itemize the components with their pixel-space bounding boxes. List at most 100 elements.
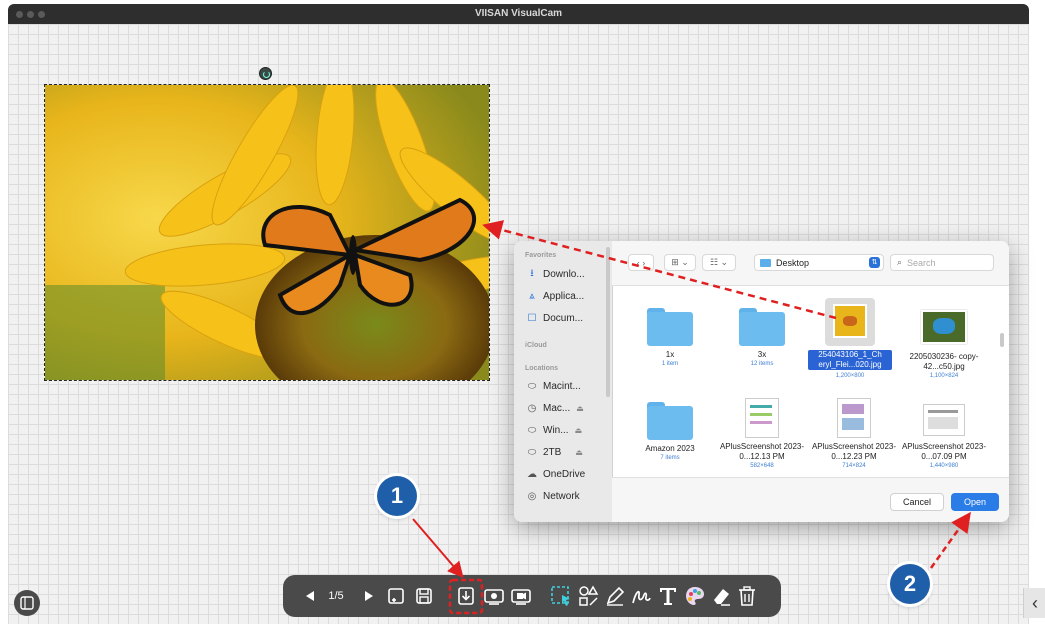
file-item[interactable]: 3x 12 items — [716, 300, 808, 369]
search-placeholder: Search — [907, 257, 936, 268]
panel-icon — [20, 596, 34, 610]
file-name: APlusScreenshot 2023-0...07.09 PM — [901, 442, 987, 461]
file-name: 1x — [665, 350, 675, 359]
image-thumbnail — [745, 398, 779, 438]
search-input[interactable]: ⌕ Search — [890, 254, 994, 271]
sidebar-item-label: Applica... — [543, 290, 585, 302]
shapes-icon[interactable] — [576, 584, 600, 608]
sidebar-item-label: Mac... — [543, 402, 571, 414]
save-icon[interactable] — [412, 584, 436, 608]
new-page-icon[interactable] — [384, 584, 408, 608]
file-name: 2205030236- copy-42...c50.jpg — [909, 352, 979, 371]
eject-icon[interactable]: ⏏ — [576, 404, 584, 413]
eject-icon[interactable]: ⏏ — [575, 426, 583, 435]
file-name: APlusScreenshot 2023-0...12.23 PM — [811, 442, 897, 461]
folder-icon — [760, 258, 771, 267]
file-meta: 1 item — [661, 361, 679, 367]
text-icon[interactable] — [656, 584, 680, 608]
dialog-footer: Cancel Open — [612, 477, 1009, 522]
snapshot-icon[interactable] — [482, 584, 506, 608]
signature-icon[interactable] — [629, 584, 653, 608]
file-meta: 1,200×800 — [835, 373, 865, 379]
sidebar-item-mac[interactable]: ◷ Mac... ⏏ — [526, 400, 610, 416]
delete-icon[interactable] — [735, 584, 759, 608]
sidebar-toggle-button[interactable] — [14, 590, 40, 616]
inserted-photo[interactable] — [44, 84, 490, 381]
sidebar-item-downloads[interactable]: ⭳ Downlo... — [526, 266, 610, 282]
file-grid: 1x 1 item 3x 12 items 254043106_1_Ch ery… — [612, 286, 1009, 476]
file-name: 254043106_1_Ch eryl_Flei...020.jpg — [808, 350, 892, 370]
file-item[interactable]: Amazon 2023 7 items — [624, 394, 716, 463]
file-name: 3x — [757, 350, 767, 359]
file-meta: 714×824 — [842, 463, 866, 469]
chevron-updown-icon: ⇅ — [869, 257, 880, 268]
cancel-button[interactable]: Cancel — [890, 493, 944, 511]
drive-icon: ⬭ — [527, 424, 537, 436]
sidebar-section-locations: Locations — [525, 365, 559, 372]
page-indicator: 1/5 — [328, 590, 344, 602]
sunflower-butterfly-image — [45, 85, 489, 380]
sidebar-item-label: 2TB — [543, 446, 562, 458]
record-icon[interactable] — [509, 584, 533, 608]
prev-page-icon[interactable] — [303, 584, 317, 608]
applications-icon: ⩓ — [529, 290, 535, 302]
sidebar-item-label: Win... — [543, 424, 569, 436]
file-item[interactable]: APlusScreenshot 2023-0...12.13 PM 582×64… — [716, 394, 808, 471]
chevron-left-icon: ‹ — [1032, 592, 1038, 613]
rotate-handle-icon[interactable] — [259, 67, 272, 80]
step-2-badge: 2 — [890, 564, 930, 604]
color-palette-icon[interactable] — [683, 584, 707, 608]
collapse-panel-button[interactable]: ‹ — [1023, 588, 1045, 618]
file-meta: 12 items — [750, 361, 774, 367]
title-bar: VIISAN VisualCam — [8, 4, 1029, 24]
file-item[interactable]: 1x 1 item — [624, 300, 716, 369]
back-forward-icon[interactable]: ‹ › — [628, 254, 654, 271]
network-icon: ◎ — [527, 490, 537, 502]
open-button[interactable]: Open — [951, 493, 999, 511]
sidebar-item-2tb[interactable]: ⬭ 2TB ⏏ — [526, 444, 610, 460]
group-view-icon[interactable]: ☷ ⌄ — [702, 254, 736, 271]
search-icon: ⌕ — [897, 257, 903, 267]
image-thumbnail — [923, 404, 965, 436]
document-icon: ☐ — [527, 312, 537, 324]
sidebar-item-macintosh[interactable]: ⬭ Macint... — [526, 378, 610, 394]
select-icon[interactable] — [549, 584, 573, 608]
sidebar-item-windows[interactable]: ⬭ Win... ⏏ — [526, 422, 610, 438]
cloud-icon: ☁ — [527, 468, 537, 480]
drive-icon: ⬭ — [527, 380, 537, 392]
sidebar-item-network[interactable]: ◎ Network — [526, 488, 610, 504]
file-meta: 7 items — [660, 455, 680, 461]
eraser-icon[interactable] — [709, 584, 733, 608]
file-meta: 582×648 — [750, 463, 774, 469]
file-item[interactable]: APlusScreenshot 2023-0...12.23 PM 714×82… — [808, 394, 900, 471]
file-name: Amazon 2023 — [645, 444, 695, 453]
file-item[interactable]: 2205030236- copy-42...c50.jpg 1,100×824 — [898, 300, 990, 381]
file-item-selected[interactable]: 254043106_1_Ch eryl_Flei...020.jpg 1,200… — [804, 298, 896, 381]
pen-icon[interactable] — [603, 584, 627, 608]
drive-icon: ⬭ — [527, 446, 537, 458]
window-title: VIISAN VisualCam — [474, 8, 563, 19]
sidebar-item-documents[interactable]: ☐ Docum... — [526, 310, 610, 326]
sidebar-item-onedrive[interactable]: ☁ OneDrive — [526, 466, 610, 482]
sidebar-item-label: Docum... — [543, 312, 584, 324]
sidebar-item-applications[interactable]: ⩓ Applica... — [526, 288, 610, 304]
location-label: Desktop — [776, 257, 810, 268]
sidebar-section-icloud: iCloud — [525, 342, 547, 349]
clock-icon: ◷ — [527, 402, 537, 414]
image-thumbnail — [837, 398, 871, 438]
eject-icon[interactable]: ⏏ — [575, 448, 583, 457]
file-grid-scrollbar[interactable] — [1000, 333, 1004, 347]
bottom-toolbar: 1/5 — [283, 575, 781, 617]
location-popup[interactable]: Desktop ⇅ — [754, 254, 884, 271]
folder-icon — [739, 308, 785, 346]
import-icon[interactable] — [454, 584, 478, 608]
image-thumbnail — [825, 298, 875, 346]
icon-view-icon[interactable]: ⊞ ⌄ — [664, 254, 696, 271]
next-page-icon[interactable] — [362, 584, 376, 608]
dialog-sidebar: Favorites ⭳ Downlo... ⩓ Applica... ☐ Doc… — [514, 241, 613, 522]
sidebar-scrollbar[interactable] — [606, 247, 610, 397]
sidebar-item-label: Downlo... — [543, 268, 585, 280]
sidebar-item-label: Macint... — [543, 380, 581, 392]
folder-icon — [647, 402, 693, 440]
file-item[interactable]: APlusScreenshot 2023-0...07.09 PM 1,440×… — [898, 394, 990, 471]
